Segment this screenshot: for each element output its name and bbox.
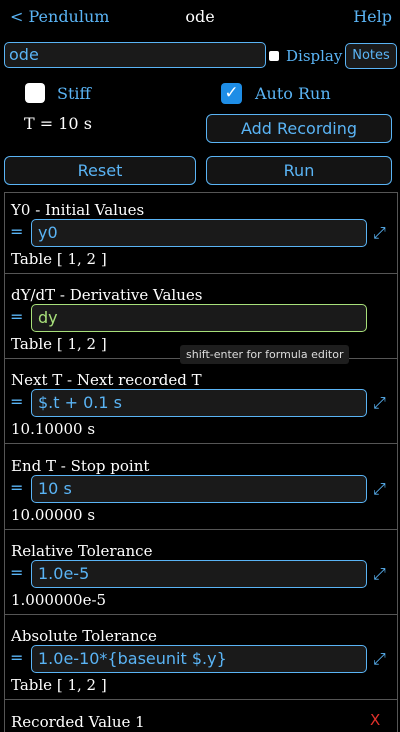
section-value: Table [ 1, 2 ] bbox=[11, 676, 107, 694]
display-label: Display bbox=[286, 47, 343, 65]
equals-sign: = bbox=[10, 478, 24, 497]
section-value: Table [ 1, 2 ] bbox=[11, 250, 107, 268]
recorded-value-title: Recorded Value 1 bbox=[11, 713, 145, 731]
expand-icon[interactable]: ⤢ bbox=[373, 649, 386, 669]
stiff-label: Stiff bbox=[57, 84, 91, 103]
section-title: Y0 - Initial Values bbox=[11, 201, 145, 219]
page-title: ode bbox=[185, 7, 215, 26]
help-link[interactable]: Help bbox=[353, 7, 392, 26]
display-checkbox[interactable] bbox=[269, 51, 279, 61]
remove-recording-icon[interactable]: X bbox=[370, 711, 380, 729]
formula-field-next-t[interactable]: $.t + 0.1 s bbox=[31, 389, 367, 417]
formula-field-dy[interactable]: dy bbox=[31, 304, 367, 332]
current-time-label: T = 10 s bbox=[24, 114, 92, 133]
formula-editor-tooltip: shift-enter for formula editor bbox=[180, 345, 350, 364]
auto-run-checkbox[interactable]: ✓ bbox=[221, 83, 242, 104]
section-end-t: End T - Stop point = 10 s ⤢ 10.00000 s bbox=[5, 449, 397, 530]
section-value: 10.00000 s bbox=[11, 506, 96, 524]
auto-run-label: Auto Run bbox=[255, 84, 331, 103]
equals-sign: = bbox=[10, 563, 24, 582]
checkmark-icon: ✓ bbox=[224, 83, 239, 103]
section-value: 1.000000e-5 bbox=[11, 591, 107, 609]
section-initial-values: Y0 - Initial Values = y0 ⤢ Table [ 1, 2 … bbox=[5, 193, 397, 274]
section-value: 10.10000 s bbox=[11, 420, 96, 438]
expand-icon[interactable]: ⤢ bbox=[373, 393, 386, 413]
formula-field-absolute-tolerance[interactable]: 1.0e-10*{baseunit $.y} bbox=[31, 645, 367, 673]
expand-icon[interactable]: ⤢ bbox=[373, 479, 386, 499]
expand-icon[interactable]: ⤢ bbox=[373, 564, 386, 584]
formula-field-relative-tolerance[interactable]: 1.0e-5 bbox=[31, 560, 367, 588]
reset-button[interactable]: Reset bbox=[4, 156, 196, 185]
formula-field-y0[interactable]: y0 bbox=[31, 219, 367, 247]
section-title: dY/dT - Derivative Values bbox=[11, 286, 203, 304]
expand-icon[interactable]: ⤢ bbox=[373, 223, 386, 243]
equals-sign: = bbox=[10, 648, 24, 667]
equals-sign: = bbox=[10, 222, 24, 241]
section-absolute-tolerance: Absolute Tolerance = 1.0e-10*{baseunit $… bbox=[5, 619, 397, 700]
section-title: End T - Stop point bbox=[11, 457, 150, 475]
section-title: Absolute Tolerance bbox=[11, 627, 157, 645]
stiff-checkbox[interactable] bbox=[25, 83, 45, 103]
section-relative-tolerance: Relative Tolerance = 1.0e-5 ⤢ 1.000000e-… bbox=[5, 534, 397, 615]
add-recording-button[interactable]: Add Recording bbox=[206, 114, 392, 143]
formula-field-end-t[interactable]: 10 s bbox=[31, 475, 367, 503]
equals-sign: = bbox=[10, 307, 24, 326]
name-input[interactable]: ode bbox=[4, 42, 266, 68]
notes-button[interactable]: Notes bbox=[345, 43, 397, 69]
section-next-t: Next T - Next recorded T = $.t + 0.1 s ⤢… bbox=[5, 363, 397, 444]
equals-sign: = bbox=[10, 392, 24, 411]
run-button[interactable]: Run bbox=[206, 156, 392, 185]
nav-header: < Pendulum ode Help bbox=[0, 0, 400, 34]
section-title: Relative Tolerance bbox=[11, 542, 153, 560]
section-value: Table [ 1, 2 ] bbox=[11, 335, 107, 353]
section-title: Next T - Next recorded T bbox=[11, 371, 202, 389]
